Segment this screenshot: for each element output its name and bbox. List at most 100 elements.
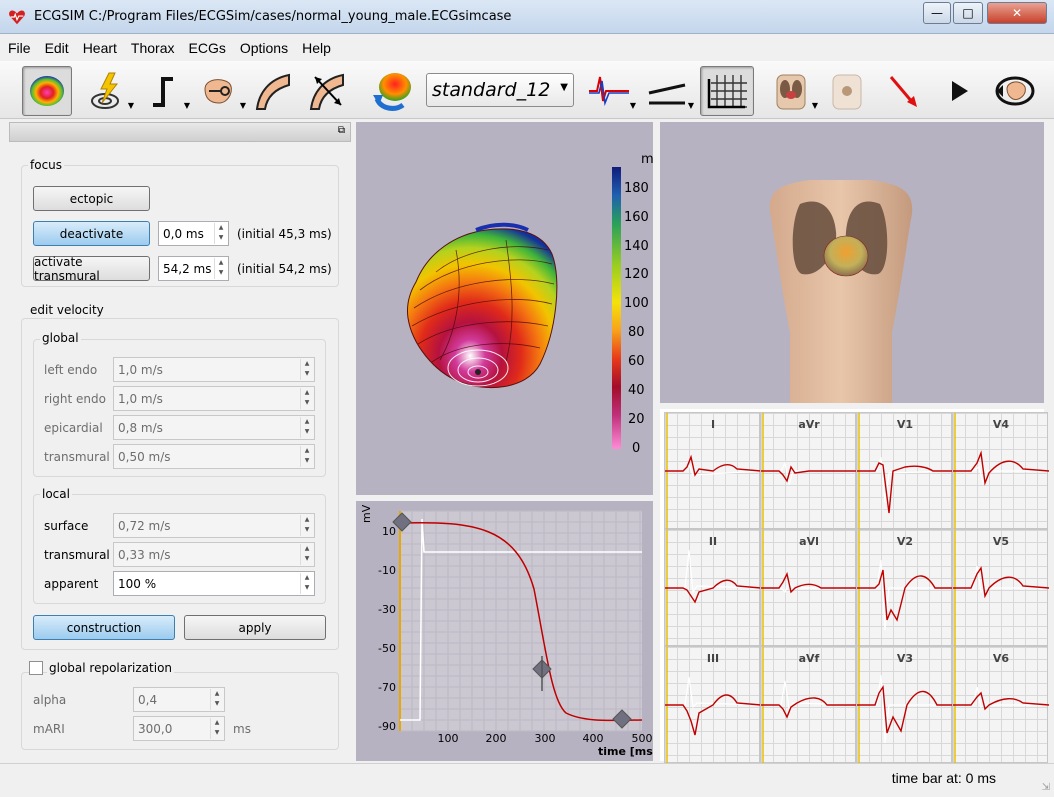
ecg-traces-icon bbox=[589, 76, 629, 107]
action-potential-chart[interactable]: mV 10 -10 -30 -50 -70 -90 100 200 300 400 500 tim… bbox=[356, 501, 653, 761]
reset-heart-button[interactable] bbox=[368, 66, 418, 116]
apparent-spinbox[interactable]: 100 % ▲ ▼ bbox=[113, 571, 315, 596]
global-transmural-spinbox: 0,50 m/s ▲ ▼ bbox=[113, 444, 315, 469]
stimulus-button[interactable]: ▼ bbox=[82, 66, 134, 116]
spin-arrows-icon: ▲ ▼ bbox=[300, 515, 313, 536]
left-endo-value: 1,0 m/s bbox=[118, 363, 163, 377]
spin-arrows-icon: ▲ ▼ bbox=[300, 359, 313, 380]
ecg-lead-v6[interactable]: V6 bbox=[952, 646, 1049, 764]
deactivate-button[interactable]: deactivate bbox=[33, 221, 150, 246]
left-endo-label: left endo bbox=[44, 363, 98, 377]
reference-trace bbox=[665, 549, 761, 594]
torso-surface-icon bbox=[832, 74, 862, 110]
torso-surface-button[interactable] bbox=[822, 66, 872, 116]
undock-icon[interactable]: ⧉ bbox=[338, 125, 345, 136]
ecg-lead-v4[interactable]: V4 bbox=[952, 412, 1049, 530]
repolarization-checkbox[interactable] bbox=[29, 661, 43, 675]
size-grip-icon[interactable]: ⇲ bbox=[1042, 782, 1050, 793]
activation-map-button[interactable] bbox=[22, 66, 72, 116]
menu-help[interactable]: Help bbox=[302, 40, 331, 56]
spin-arrows-icon: ▲ ▼ bbox=[300, 446, 313, 467]
simulated-trace bbox=[761, 465, 857, 483]
activate-time-spinbox[interactable]: 54,2 ms ▲ ▼ bbox=[158, 256, 229, 281]
cut-plane-button[interactable] bbox=[248, 66, 298, 116]
ecg-lead-v2[interactable]: V2 bbox=[856, 529, 953, 647]
torso-view[interactable] bbox=[660, 122, 1044, 403]
activation-map-icon bbox=[30, 76, 64, 106]
action-potential-plot: mV 10 -10 -30 -50 -70 -90 100 200 300 400 500 tim… bbox=[360, 504, 653, 758]
maximize-button[interactable]: □ bbox=[953, 2, 983, 24]
ecg-trace bbox=[953, 413, 1049, 530]
simulated-trace bbox=[857, 462, 953, 514]
apply-button[interactable]: apply bbox=[184, 615, 326, 640]
rotate-view-button[interactable] bbox=[990, 66, 1040, 116]
ectopic-button[interactable]: ectopic bbox=[33, 186, 150, 211]
color-scale-tick: 0 bbox=[632, 441, 640, 456]
minimize-button[interactable]: — bbox=[923, 2, 951, 24]
construction-button[interactable]: construction bbox=[33, 615, 175, 640]
global-label: global bbox=[40, 331, 81, 345]
activate-transmural-button[interactable]: activate transmural bbox=[33, 255, 150, 283]
lightning-target-icon bbox=[91, 72, 119, 109]
torso-view-button[interactable]: ▼ bbox=[766, 66, 818, 116]
color-scale-tick: 60 bbox=[628, 354, 645, 369]
dropdown-arrow-icon: ▼ bbox=[127, 101, 134, 110]
pointer-button[interactable] bbox=[878, 66, 928, 116]
ecg-lead-iii[interactable]: III bbox=[664, 646, 761, 764]
x-tick-label: 500 bbox=[632, 732, 653, 745]
spin-arrows-icon[interactable]: ▲ ▼ bbox=[214, 223, 227, 244]
global-transmural-label: transmural bbox=[44, 450, 110, 464]
step-function-button[interactable]: ▼ bbox=[138, 66, 190, 116]
ecg-lead-avr[interactable]: aVr bbox=[760, 412, 857, 530]
x-tick-label: 200 bbox=[486, 732, 507, 745]
ecg-lead-v5[interactable]: V5 bbox=[952, 529, 1049, 647]
menu-file[interactable]: File bbox=[8, 40, 31, 56]
ecg-lead-ii[interactable]: II bbox=[664, 529, 761, 647]
menu-ecgs[interactable]: ECGs bbox=[189, 40, 226, 56]
x-tick-label: 400 bbox=[583, 732, 604, 745]
spin-arrows-icon[interactable]: ▲ ▼ bbox=[214, 258, 227, 279]
ecg-lead-v1[interactable]: V1 bbox=[856, 412, 953, 530]
menu-edit[interactable]: Edit bbox=[45, 40, 69, 56]
red-arrow-icon bbox=[889, 76, 917, 107]
grid-button[interactable] bbox=[700, 66, 754, 116]
spin-arrows-icon[interactable]: ▲ ▼ bbox=[300, 573, 313, 594]
mari-label: mARI bbox=[33, 722, 65, 736]
heart-electrode-icon bbox=[204, 79, 232, 104]
play-button[interactable] bbox=[934, 66, 984, 116]
ecg-lead-avf[interactable]: aVf bbox=[760, 646, 857, 764]
ecg-trace bbox=[665, 530, 761, 647]
spin-arrows-icon: ▲ ▼ bbox=[210, 689, 223, 710]
color-scale-unit: m bbox=[641, 152, 653, 167]
y-tick-label: -50 bbox=[378, 642, 396, 655]
ecg-trace bbox=[953, 647, 1049, 764]
panel-header: ⧉ bbox=[9, 122, 351, 142]
spin-arrows-icon: ▲ ▼ bbox=[210, 718, 223, 739]
ecg-trace bbox=[665, 647, 761, 764]
deactivate-time-spinbox[interactable]: 0,0 ms ▲ ▼ bbox=[158, 221, 229, 246]
heart-view[interactable]: m 180 160 140 120 100 80 60 40 20 0 bbox=[356, 122, 653, 495]
heart-electrode-button[interactable]: ▼ bbox=[194, 66, 246, 116]
epicardial-label: epicardial bbox=[44, 421, 103, 435]
lead-set-select[interactable]: standard_12 ▼ bbox=[426, 73, 574, 107]
surface-spinbox: 0,72 m/s ▲ ▼ bbox=[113, 513, 315, 538]
ecg-lead-i[interactable]: I bbox=[664, 412, 761, 530]
reference-trace bbox=[857, 674, 953, 744]
simulated-trace bbox=[953, 450, 1049, 486]
transmural-button[interactable] bbox=[302, 66, 352, 116]
reference-trace bbox=[761, 580, 857, 594]
baseline-button[interactable]: ▼ bbox=[642, 66, 694, 116]
apparent-value: 100 % bbox=[118, 577, 157, 591]
ecg-traces-button[interactable]: ▼ bbox=[584, 66, 636, 116]
color-scale-bar bbox=[612, 167, 621, 449]
menu-thorax[interactable]: Thorax bbox=[131, 40, 175, 56]
menu-heart[interactable]: Heart bbox=[83, 40, 117, 56]
color-scale-tick: 120 bbox=[624, 267, 649, 282]
deactivate-initial-text: (initial 45,3 ms) bbox=[237, 227, 332, 241]
close-button[interactable]: ✕ bbox=[987, 2, 1047, 24]
title-bar: ECGSIM C:/Program Files/ECGSim/cases/nor… bbox=[0, 0, 1054, 34]
simulated-trace bbox=[665, 579, 761, 604]
menu-options[interactable]: Options bbox=[240, 40, 288, 56]
ecg-lead-v3[interactable]: V3 bbox=[856, 646, 953, 764]
ecg-lead-avl[interactable]: aVl bbox=[760, 529, 857, 647]
